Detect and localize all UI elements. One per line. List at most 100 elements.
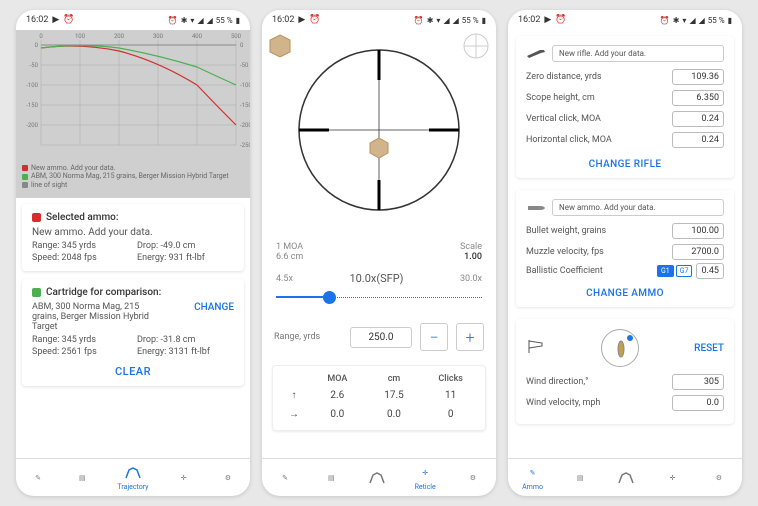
scope-input[interactable]: 6.350 — [672, 90, 724, 106]
weight-input[interactable]: 100.00 — [672, 223, 724, 239]
change-ammo-button[interactable]: CHANGE AMMO — [526, 282, 724, 299]
col-clicks: Clicks — [422, 374, 479, 384]
rifle-section: New rifle. Add your data. Zero distance,… — [516, 36, 734, 178]
alarm-icon: ⏰ — [414, 16, 424, 25]
pencil-icon: ✎ — [276, 469, 294, 487]
battery-icon: ▮ — [728, 16, 732, 25]
svg-text:-200: -200 — [240, 122, 250, 129]
reset-button[interactable]: RESET — [694, 343, 724, 354]
list-icon: ▤ — [571, 469, 589, 487]
zoom-max: 30.0x — [460, 274, 482, 284]
change-button[interactable]: CHANGE — [194, 302, 234, 313]
nav-reticle[interactable]: ✛ — [175, 469, 193, 487]
alarm-icon: ⏰ — [168, 16, 178, 25]
wind-dial[interactable] — [601, 329, 639, 367]
col-moa: MOA — [309, 374, 366, 384]
phone-reticle: 16:02▶⏰ ⏰✱▾◢◢55 %▮ 1 MOA6.6 cm Scale1.00 — [262, 10, 496, 496]
nav-pencil[interactable]: ✎ — [29, 469, 47, 487]
nav-trajectory[interactable]: Trajectory — [118, 464, 149, 491]
wind-dir-label: Wind direction,° — [526, 377, 589, 387]
status-bar: 16:02▶⏰ ⏰✱▾◢◢55 %▮ — [262, 10, 496, 30]
vel-label: Muzzle velocity, fps — [526, 247, 604, 257]
nav-settings[interactable]: ⚙ — [710, 469, 728, 487]
signal-icon: ◢ — [197, 16, 203, 25]
nav-list[interactable]: ▤ — [73, 469, 91, 487]
play-icon: ▶ — [52, 15, 59, 25]
range: Range: 345 yrds — [32, 241, 129, 251]
wifi-icon: ▾ — [682, 16, 686, 25]
status-bar: 16:02▶⏰ ⏰✱▾◢◢55 %▮ — [508, 10, 742, 30]
selected-ammo-head: Selected ammo: — [46, 212, 118, 223]
red-square-icon — [32, 213, 41, 222]
r2-clicks: 0 — [422, 409, 479, 420]
energy: Energy: 3131 ft-lbf — [137, 347, 234, 357]
nav-list[interactable]: ▤ — [571, 469, 589, 487]
time: 16:02 — [26, 15, 48, 25]
r1-moa: 2.6 — [309, 390, 366, 401]
g7-button[interactable]: G7 — [676, 265, 693, 277]
energy: Energy: 931 ft-lbf — [137, 253, 234, 263]
nav-label: Trajectory — [118, 483, 149, 491]
reticle-icon: ✛ — [664, 469, 682, 487]
nav-reticle[interactable]: ✛ — [664, 469, 682, 487]
nav-trajectory[interactable] — [617, 469, 635, 487]
legend-a: New ammo. Add your data. — [31, 164, 115, 172]
bottom-nav: ✎ ▤ ✛Reticle ⚙ — [262, 458, 496, 496]
reticle-icon: ✛ — [416, 464, 434, 482]
nav-settings[interactable]: ⚙ — [219, 469, 237, 487]
minus-button[interactable]: − — [420, 323, 448, 351]
signal-icon: ◢ — [689, 16, 695, 25]
gear-icon: ⚙ — [710, 469, 728, 487]
change-rifle-button[interactable]: CHANGE RIFLE — [526, 153, 724, 170]
nav-ammo[interactable]: ✎Ammo — [522, 464, 543, 491]
weight-label: Bullet weight, grains — [526, 226, 606, 236]
up-arrow-icon: ↑ — [279, 390, 309, 401]
battery-text: 55 % — [708, 16, 725, 25]
nav-reticle[interactable]: ✛Reticle — [415, 464, 436, 491]
rifle-title[interactable]: New rifle. Add your data. — [552, 45, 724, 62]
windsock-icon — [526, 338, 546, 358]
nav-settings[interactable]: ⚙ — [464, 469, 482, 487]
nav-list[interactable]: ▤ — [322, 469, 340, 487]
list-icon: ▤ — [322, 469, 340, 487]
hclick-input[interactable]: 0.24 — [672, 132, 724, 148]
trajectory-icon — [617, 469, 635, 487]
zero-input[interactable]: 109.36 — [672, 69, 724, 85]
vclick-input[interactable]: 0.24 — [672, 111, 724, 127]
plus-button[interactable]: + — [456, 323, 484, 351]
r1-clicks: 11 — [422, 390, 479, 401]
time: 16:02 — [272, 15, 294, 25]
wind-dir-input[interactable]: 305 — [672, 374, 724, 390]
range-input[interactable]: 250.0 — [350, 327, 412, 348]
battery-icon: ▮ — [236, 16, 240, 25]
r2-cm: 0.0 — [366, 409, 423, 420]
slider-thumb-icon[interactable] — [323, 291, 336, 304]
signal-icon: ◢ — [699, 16, 705, 25]
speed: Speed: 2048 fps — [32, 253, 129, 263]
trajectory-chart[interactable]: 0100200300400500 0-50-100-150-200 0-50-1… — [16, 30, 250, 198]
reticle-view[interactable] — [262, 30, 496, 242]
clear-button[interactable]: CLEAR — [32, 357, 234, 378]
pencil-icon: ✎ — [524, 464, 542, 482]
vel-input[interactable]: 2700.0 — [672, 244, 724, 260]
svg-text:100: 100 — [75, 33, 86, 40]
bc-input[interactable]: 0.45 — [696, 263, 724, 279]
alarm-icon: ⏰ — [63, 15, 74, 25]
compare-name: ABM, 300 Norma Mag, 215 grains, Berger M… — [32, 302, 162, 332]
svg-text:-150: -150 — [26, 102, 38, 109]
zoom-min: 4.5x — [276, 274, 293, 284]
signal-icon: ◢ — [443, 16, 449, 25]
zoom-slider[interactable] — [276, 289, 482, 307]
svg-text:500: 500 — [231, 33, 242, 40]
svg-text:-100: -100 — [26, 82, 38, 89]
nav-trajectory[interactable] — [368, 469, 386, 487]
nav-pencil[interactable]: ✎ — [276, 469, 294, 487]
wind-vel-input[interactable]: 0.0 — [672, 395, 724, 411]
reticle-icon: ✛ — [175, 469, 193, 487]
legend-b: ABM, 300 Norma Mag, 215 grains, Berger M… — [31, 172, 229, 180]
bc-label: Ballistic Coefficient — [526, 266, 603, 276]
phone-trajectory: 16:02▶⏰ ⏰✱▾◢◢55 %▮ 0100200300400500 0-50… — [16, 10, 250, 496]
g1-button[interactable]: G1 — [657, 265, 674, 277]
list-icon: ▤ — [73, 469, 91, 487]
ammo-title[interactable]: New ammo. Add your data. — [552, 199, 724, 216]
